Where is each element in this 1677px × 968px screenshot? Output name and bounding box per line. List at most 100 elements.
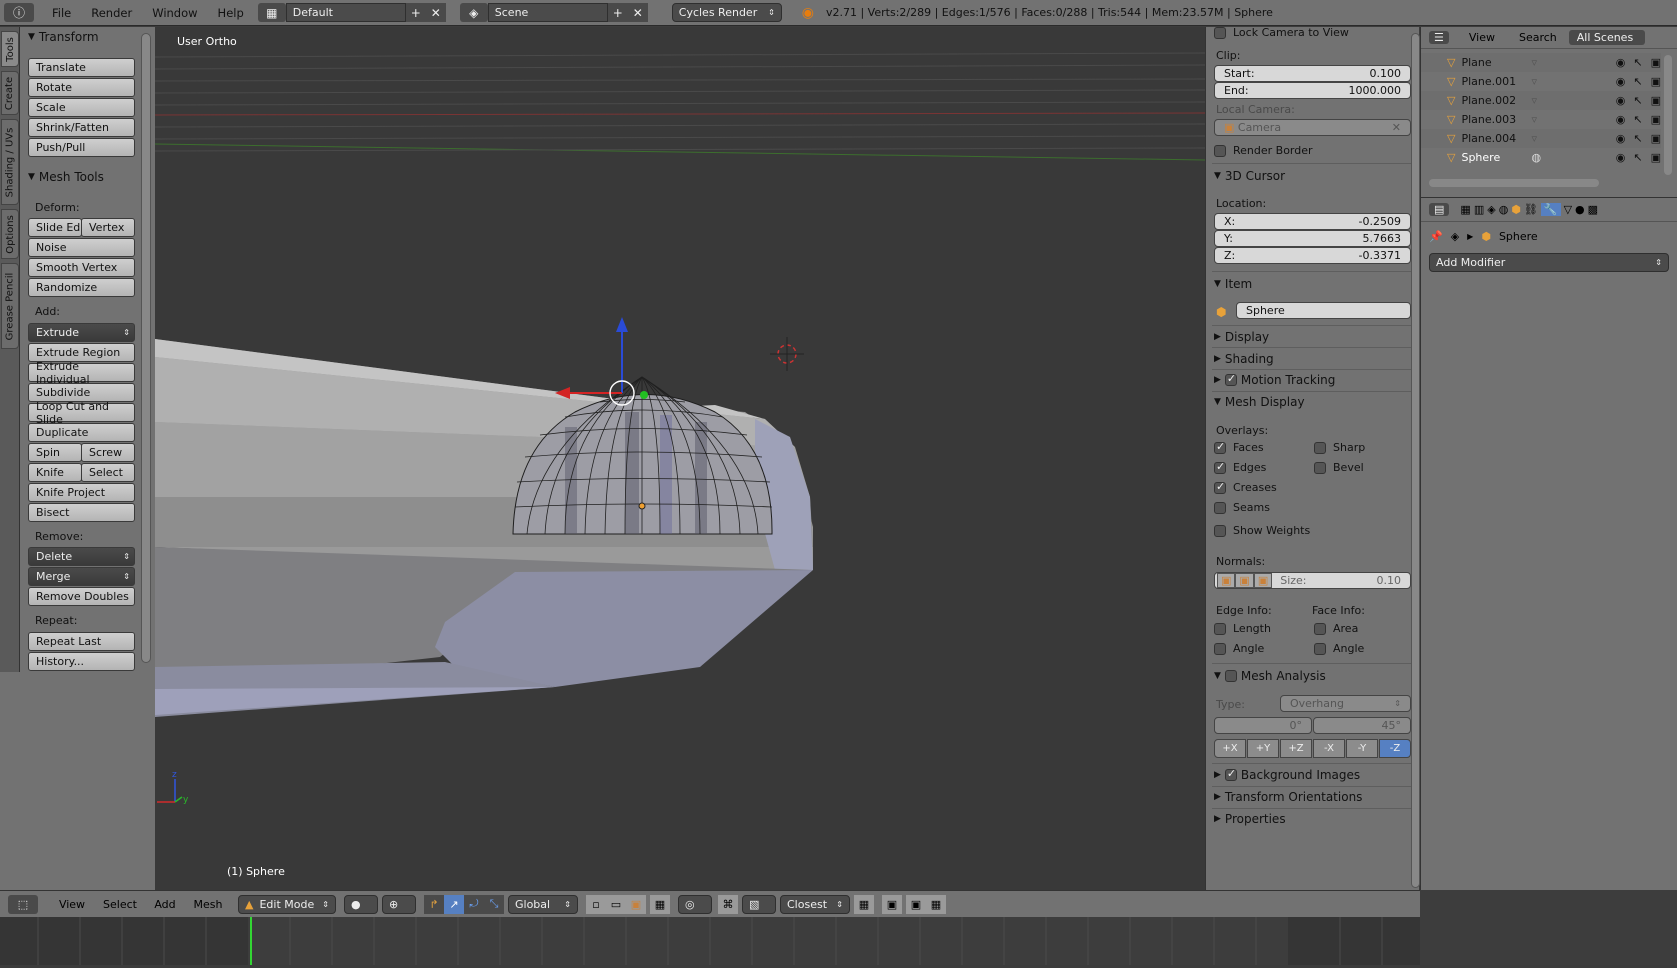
outliner-hscrollbar[interactable] xyxy=(1429,179,1599,187)
mesh-menu[interactable]: Mesh xyxy=(190,895,226,914)
item-panel-header[interactable]: ▼ Item xyxy=(1214,277,1252,291)
knife-select-button[interactable]: Select xyxy=(81,463,135,482)
outliner-item-plane-003[interactable]: ▽ Plane.003 ▿ ◉ ↖ ▣ xyxy=(1421,110,1661,129)
extrude-individual-button[interactable]: Extrude Individual xyxy=(28,360,135,386)
properties-editor-icon[interactable]: ▤ xyxy=(1429,203,1450,216)
push-pull-button[interactable]: Push/Pull xyxy=(28,138,135,157)
face-area-checkbox[interactable]: Area xyxy=(1314,622,1358,635)
limit-selection-icon[interactable]: ▦ xyxy=(650,894,670,914)
remove-scene-icon[interactable]: ✕ xyxy=(627,3,648,22)
opengl-render-icon[interactable]: ▣ xyxy=(882,894,902,914)
eye-icon[interactable]: ◉ xyxy=(1616,132,1626,145)
motion-tracking-panel-header[interactable]: ▶ Motion Tracking xyxy=(1214,372,1335,387)
remove-screen-icon[interactable]: ✕ xyxy=(425,3,446,22)
scene-icon[interactable]: ◈ xyxy=(459,3,488,22)
data-tab-icon[interactable]: ▽ xyxy=(1564,203,1572,216)
snap-target-dropdown[interactable]: Closest ⇕ xyxy=(780,894,850,914)
scale-button[interactable]: Scale xyxy=(28,98,135,117)
show-weights-checkbox[interactable]: Show Weights xyxy=(1214,524,1310,537)
scene-field[interactable]: Scene xyxy=(487,3,608,22)
axis-pos-x-button[interactable]: +X xyxy=(1214,739,1246,758)
clear-icon[interactable]: ✕ xyxy=(1392,121,1401,134)
properties-panel-header[interactable]: ▶ Properties xyxy=(1214,812,1286,826)
texture-tab-icon[interactable]: ▩ xyxy=(1588,203,1598,216)
tab-tools[interactable]: Tools xyxy=(1,31,19,67)
local-camera-field[interactable]: ▣ Camera ✕ xyxy=(1214,119,1411,136)
add-screen-icon[interactable]: + xyxy=(405,3,426,22)
scene-tab-icon[interactable]: ◈ xyxy=(1487,203,1495,216)
eye-icon[interactable]: ◉ xyxy=(1616,56,1626,69)
checkbox-icon[interactable] xyxy=(1224,767,1237,781)
editor-type-icon[interactable]: ⬚ xyxy=(8,894,38,914)
render-camera-icon[interactable]: ▣ xyxy=(1651,113,1661,126)
add-modifier-dropdown[interactable]: Add Modifier ⇕ xyxy=(1429,253,1669,272)
checkbox-icon[interactable] xyxy=(1224,670,1237,682)
cursor-y-field[interactable]: Y: 5.7663 xyxy=(1214,230,1411,247)
faces-checkbox[interactable]: Faces xyxy=(1214,440,1264,454)
shading-panel-header[interactable]: ▶ Shading xyxy=(1214,352,1274,366)
axis-pos-z-button[interactable]: +Z xyxy=(1280,739,1312,758)
bevel-checkbox[interactable]: Bevel xyxy=(1314,461,1364,474)
edges-checkbox[interactable]: Edges xyxy=(1214,460,1266,474)
normal-face-icon[interactable]: ▣ xyxy=(1253,573,1273,588)
vertex-select-icon[interactable]: ▫ xyxy=(586,894,606,914)
edge-angle-checkbox[interactable]: Angle xyxy=(1214,642,1264,655)
render-camera-icon[interactable]: ▣ xyxy=(1651,151,1661,164)
pivot-point-dropdown[interactable]: ⊕ xyxy=(382,894,416,914)
eye-icon[interactable]: ◉ xyxy=(1616,75,1626,88)
face-select-icon[interactable]: ▣ xyxy=(626,894,646,914)
material-tab-icon[interactable]: ● xyxy=(1575,203,1585,216)
screw-button[interactable]: Screw xyxy=(81,443,135,462)
checkbox-icon[interactable] xyxy=(1224,372,1237,386)
axis-neg-x-button[interactable]: -X xyxy=(1313,739,1345,758)
mode-dropdown[interactable]: ▲ Edit Mode ⇕ xyxy=(238,894,336,914)
cursor-select-icon[interactable]: ↖ xyxy=(1633,94,1642,107)
normal-split-icon[interactable]: ▣ xyxy=(1235,573,1254,588)
spin-button[interactable]: Spin xyxy=(28,443,82,462)
clip-start-field[interactable]: Start: 0.100 xyxy=(1214,65,1411,82)
render-engine-dropdown[interactable]: Cycles Render ⇕ xyxy=(671,3,782,22)
world-tab-icon[interactable]: ◍ xyxy=(1499,203,1509,216)
delete-menu-button[interactable]: Delete ⇕ xyxy=(28,547,135,566)
outliner-item-plane-002[interactable]: ▽ Plane.002 ▿ ◉ ↖ ▣ xyxy=(1421,91,1661,110)
menu-render[interactable]: Render xyxy=(81,6,142,20)
remove-doubles-button[interactable]: Remove Doubles xyxy=(28,587,135,606)
normals-size-field[interactable]: ▣ ▣ ▣ Size: 0.10 xyxy=(1214,572,1411,589)
edge-select-icon[interactable]: ▭ xyxy=(606,894,626,914)
modifiers-tab-icon[interactable]: 🔧 xyxy=(1540,203,1561,216)
shrink-fatten-button[interactable]: Shrink/Fatten xyxy=(28,118,135,137)
cursor-select-icon[interactable]: ↖ xyxy=(1633,75,1642,88)
eye-icon[interactable]: ◉ xyxy=(1616,94,1626,107)
knife-button[interactable]: Knife xyxy=(28,463,82,482)
cursor-select-icon[interactable]: ↖ xyxy=(1633,113,1642,126)
outliner-scrollbar[interactable] xyxy=(1664,55,1672,175)
transform-orientations-panel-header[interactable]: ▶ Transform Orientations xyxy=(1214,790,1362,804)
history-button[interactable]: History... xyxy=(28,652,135,671)
normal-vertex-icon[interactable]: ▣ xyxy=(1217,573,1236,588)
cursor-select-icon[interactable]: ↖ xyxy=(1633,151,1642,164)
clip-end-field[interactable]: End: 1000.000 xyxy=(1214,82,1411,99)
axis-neg-y-button[interactable]: -Y xyxy=(1346,739,1378,758)
render-camera-icon[interactable]: ▣ xyxy=(1651,94,1661,107)
cursor-select-icon[interactable]: ↖ xyxy=(1633,132,1642,145)
seams-checkbox[interactable]: Seams xyxy=(1214,501,1270,514)
range-max-field[interactable]: 45° xyxy=(1313,717,1411,734)
3d-cursor-panel-header[interactable]: ▼ 3D Cursor xyxy=(1214,169,1285,183)
display-panel-header[interactable]: ▶ Display xyxy=(1214,330,1269,344)
outliner-item-plane-004[interactable]: ▽ Plane.004 ▿ ◉ ↖ ▣ xyxy=(1421,129,1661,148)
properties-scrollbar[interactable] xyxy=(1411,33,1420,888)
add-menu[interactable]: Add xyxy=(150,895,180,914)
axis-pos-y-button[interactable]: +Y xyxy=(1247,739,1279,758)
transform-panel-header[interactable]: ▼ Transform xyxy=(28,30,99,44)
toolshelf-scrollbar[interactable] xyxy=(141,33,151,663)
manipulator-toggle-icon[interactable]: ↱ xyxy=(424,894,444,914)
outliner-item-sphere[interactable]: ▽ Sphere ◍ ◉ ↖ ▣ xyxy=(1421,148,1661,167)
proportional-edit-dropdown[interactable]: ◎ xyxy=(678,894,712,914)
lock-camera-checkbox[interactable]: Lock Camera to View xyxy=(1214,26,1349,39)
render-border-checkbox[interactable]: Render Border xyxy=(1214,144,1313,157)
screen-layout-field[interactable]: Default xyxy=(285,3,406,22)
translate-button[interactable]: Translate xyxy=(28,58,135,77)
pin-icon[interactable]: 📌 xyxy=(1429,230,1443,243)
render-image-icon[interactable]: ▣ xyxy=(906,894,926,914)
creases-checkbox[interactable]: Creases xyxy=(1214,480,1277,494)
